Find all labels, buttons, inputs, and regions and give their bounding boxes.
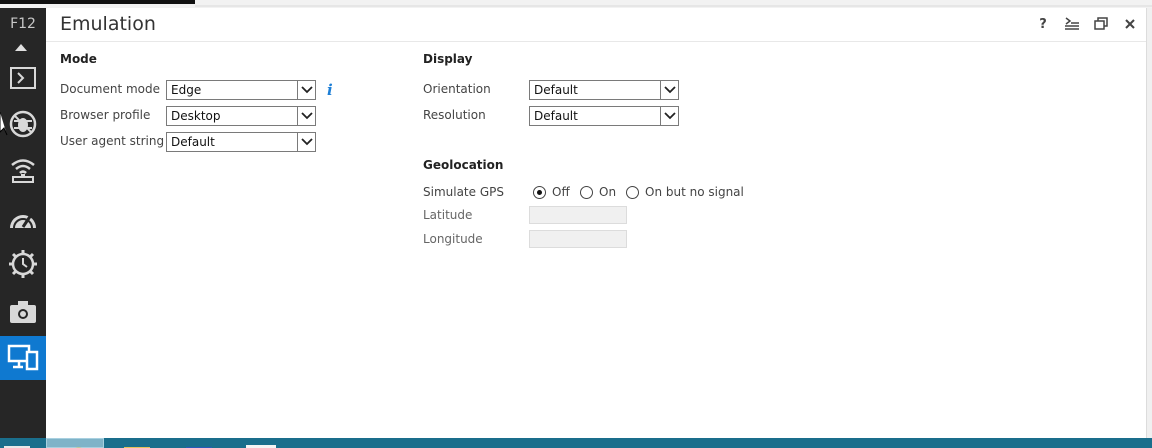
taskbar-item-app[interactable] [184, 438, 214, 448]
collapse-caret-icon[interactable] [15, 44, 27, 51]
latitude-label: Latitude [423, 208, 473, 222]
taskbar [0, 438, 1152, 448]
taskbar-item-ie[interactable] [46, 438, 104, 448]
mode-section-title: Mode [60, 52, 97, 66]
taskbar-item-explorer[interactable] [120, 438, 154, 448]
panel-title: Emulation [60, 13, 156, 35]
chevron-down-icon [297, 81, 315, 99]
user-agent-select[interactable]: Default [166, 132, 316, 152]
document-mode-value: Edge [171, 83, 202, 97]
network-icon [11, 159, 35, 183]
dock-icon [1065, 17, 1079, 30]
emulation-icon [7, 344, 39, 371]
gps-no-signal-label[interactable]: On but no signal [645, 185, 744, 199]
window-edge [1146, 8, 1152, 438]
info-icon[interactable]: i [327, 81, 333, 99]
document-mode-select[interactable]: Edge [166, 80, 316, 100]
screenshot-tool[interactable] [0, 290, 46, 334]
console-tool[interactable] [0, 56, 46, 100]
resolution-label: Resolution [423, 108, 486, 122]
orientation-select[interactable]: Default [529, 80, 679, 100]
console-icon [10, 67, 36, 89]
mouse-cursor-icon [0, 112, 8, 136]
f12-label: F12 [10, 16, 36, 32]
chevron-down-icon [660, 107, 678, 125]
longitude-label: Longitude [423, 232, 483, 246]
performance-icon [10, 214, 36, 229]
browser-profile-value: Desktop [171, 109, 221, 123]
chevron-down-icon [297, 133, 315, 151]
screenshot-icon [10, 301, 36, 323]
document-mode-label: Document mode [60, 82, 161, 96]
display-section-title: Display [423, 52, 473, 66]
memory-icon [9, 250, 37, 278]
gps-off-radio[interactable] [533, 186, 546, 199]
gps-no-signal-radio[interactable] [626, 186, 639, 199]
gps-off-label[interactable]: Off [552, 185, 570, 199]
resolution-select[interactable]: Default [529, 106, 679, 126]
orientation-value: Default [534, 83, 578, 97]
longitude-input[interactable] [529, 230, 627, 248]
devtools-window: F12 Emulation ? Mode Document mode Edge … [0, 0, 1152, 448]
browser-profile-select[interactable]: Desktop [166, 106, 316, 126]
resolution-value: Default [534, 109, 578, 123]
geolocation-section-title: Geolocation [423, 158, 504, 172]
memory-tool[interactable] [0, 242, 46, 286]
start-button[interactable] [0, 438, 34, 448]
close-button[interactable] [1120, 14, 1140, 34]
emulation-panel: Emulation ? Mode Document mode Edge i Br… [46, 8, 1146, 438]
restore-window-icon [1094, 17, 1108, 30]
user-agent-value: Default [171, 135, 215, 149]
close-icon [1125, 19, 1135, 29]
performance-tool[interactable] [0, 196, 46, 240]
orientation-label: Orientation [423, 82, 491, 96]
simulate-gps-label: Simulate GPS [423, 185, 504, 199]
help-button[interactable]: ? [1033, 14, 1053, 34]
network-tool[interactable] [0, 148, 46, 192]
chevron-down-icon [660, 81, 678, 99]
panel-header: Emulation ? [46, 8, 1146, 42]
dock-button[interactable] [1062, 14, 1082, 34]
undock-button[interactable] [1091, 14, 1111, 34]
tool-rail: F12 [0, 8, 46, 438]
gps-on-radio[interactable] [580, 186, 593, 199]
top-strip [0, 0, 1152, 8]
chevron-down-icon [297, 107, 315, 125]
browser-profile-label: Browser profile [60, 108, 151, 122]
emulation-tool[interactable] [0, 336, 46, 380]
taskbar-item-notepad[interactable] [244, 438, 278, 448]
user-agent-label: User agent string [60, 134, 165, 148]
debugger-icon [9, 110, 37, 138]
gps-on-label[interactable]: On [599, 185, 616, 199]
latitude-input[interactable] [529, 206, 627, 224]
